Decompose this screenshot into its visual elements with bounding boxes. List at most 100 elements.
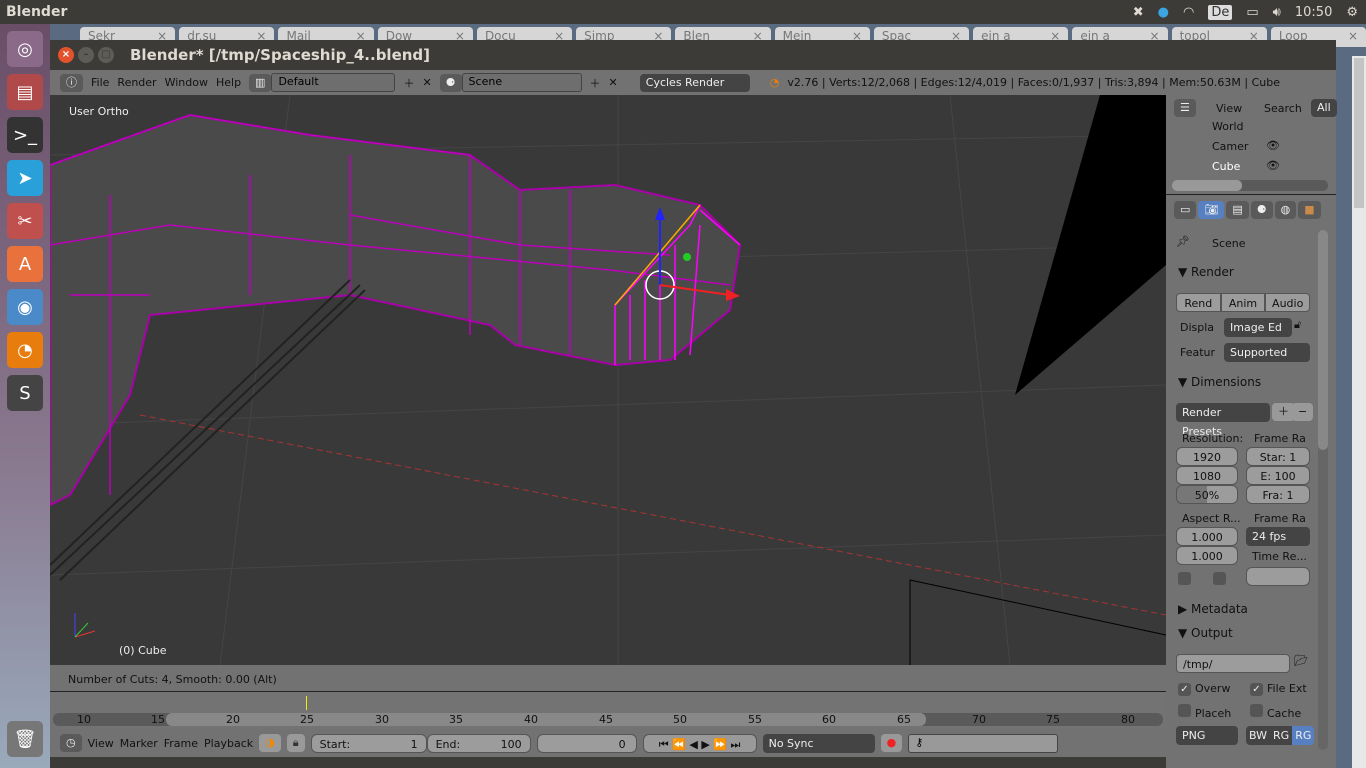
- blender-icon[interactable]: ◔: [7, 332, 43, 368]
- menu-playback[interactable]: Playback: [204, 737, 253, 750]
- file-extensions-checkbox[interactable]: ✓ File Ext: [1250, 682, 1307, 696]
- remove-layout-icon[interactable]: ✕: [422, 76, 431, 89]
- keying-set-field[interactable]: ⚷: [908, 733, 1059, 753]
- outliner-item-cube[interactable]: Cube: [1212, 160, 1240, 173]
- current-frame-field[interactable]: 0: [536, 733, 637, 753]
- aspect-y-field[interactable]: 1.000: [1176, 546, 1238, 565]
- menu-marker[interactable]: Marker: [120, 737, 158, 750]
- time-remap-fields[interactable]: [1246, 567, 1310, 586]
- sync-dropdown[interactable]: No Sync: [762, 733, 875, 753]
- timeline-editor-type-icon[interactable]: ◷: [60, 734, 82, 752]
- scene-field[interactable]: Scene: [461, 73, 582, 92]
- ubuntu-logo-icon[interactable]: ◎: [7, 31, 43, 67]
- close-window-button[interactable]: ×: [58, 47, 74, 63]
- screen-layout-field[interactable]: Default: [271, 73, 396, 92]
- telegram-icon[interactable]: ●: [1158, 5, 1169, 20]
- add-scene-icon[interactable]: ＋: [590, 75, 601, 91]
- outliner-editor-type-icon[interactable]: ☰: [1174, 99, 1196, 117]
- screen-layout-icon[interactable]: ▥: [249, 73, 272, 92]
- end-frame-field[interactable]: End: 100: [426, 733, 531, 753]
- dimensions-panel-header[interactable]: ▼ Dimensions: [1178, 375, 1261, 389]
- frame-step-field[interactable]: Fra: 1: [1246, 485, 1310, 504]
- remove-preset-button[interactable]: −: [1292, 403, 1314, 421]
- viewport-scene[interactable]: [50, 95, 1166, 665]
- timeline-scroll-thumb[interactable]: [166, 713, 926, 726]
- fps-dropdown[interactable]: 24 fps: [1246, 527, 1310, 546]
- display-dropdown[interactable]: Image Ed: [1224, 318, 1292, 337]
- add-layout-icon[interactable]: ＋: [403, 75, 414, 91]
- timeline-scrollbar[interactable]: 10 15 20 25 30 35 40 45 50 55 60 65 70 7…: [53, 713, 1163, 726]
- output-panel-header[interactable]: ▼ Output: [1178, 626, 1233, 640]
- outliner-menu-search[interactable]: Search: [1264, 102, 1302, 115]
- dropbox-icon[interactable]: ✖: [1133, 5, 1144, 20]
- terminal-icon[interactable]: >_: [7, 117, 43, 153]
- overwrite-checkbox[interactable]: ✓ Overw: [1178, 682, 1230, 696]
- outliner-h-scrollbar[interactable]: [1172, 180, 1328, 191]
- file-format-dropdown[interactable]: PNG: [1176, 726, 1238, 745]
- keyboard-layout[interactable]: De: [1208, 4, 1233, 20]
- render-panel-header[interactable]: ▼ Render: [1178, 265, 1234, 279]
- files-icon[interactable]: ▤: [7, 74, 43, 110]
- pin-icon[interactable]: 📌︎: [1176, 235, 1190, 248]
- folder-browse-icon[interactable]: 📂︎: [1294, 654, 1308, 667]
- render-audio-button[interactable]: Audio: [1265, 293, 1311, 312]
- menu-help[interactable]: Help: [216, 76, 241, 89]
- menu-render[interactable]: Render: [117, 76, 156, 89]
- power-gear-icon[interactable]: ⚙: [1346, 5, 1358, 20]
- border-checkbox[interactable]: [1178, 572, 1191, 585]
- aspect-x-field[interactable]: 1.000: [1176, 527, 1238, 546]
- 3d-viewport[interactable]: User Ortho (0) Cube: [50, 95, 1166, 665]
- menu-frame[interactable]: Frame: [164, 737, 198, 750]
- lock-interface-icon[interactable]: 🔓︎: [1294, 318, 1301, 332]
- cache-checkbox[interactable]: Cache: [1250, 704, 1301, 720]
- properties-scrollbar[interactable]: [1318, 230, 1328, 750]
- menu-window[interactable]: Window: [165, 76, 208, 89]
- software-center-icon[interactable]: A: [7, 246, 43, 282]
- feature-set-dropdown[interactable]: Supported: [1224, 343, 1310, 362]
- object-tab-icon[interactable]: ■: [1298, 201, 1321, 219]
- outliner-filter-dropdown[interactable]: All: [1311, 99, 1337, 117]
- scene-icon[interactable]: ⚈: [439, 73, 462, 92]
- clock[interactable]: 10:50: [1295, 5, 1332, 20]
- crop-checkbox[interactable]: [1213, 572, 1226, 585]
- color-rgb-button[interactable]: RG: [1270, 726, 1293, 745]
- telegram-icon[interactable]: ➤: [7, 160, 43, 196]
- visibility-eye-icon[interactable]: 👁︎: [1266, 159, 1280, 172]
- color-rgba-button[interactable]: RG: [1292, 726, 1315, 745]
- start-frame-field[interactable]: Start: 1: [310, 733, 427, 753]
- frame-end-field[interactable]: E: 100: [1246, 466, 1310, 485]
- render-presets-dropdown[interactable]: Render Presets: [1176, 403, 1270, 438]
- render-tab-icon[interactable]: 📷︎: [1198, 201, 1225, 219]
- frame-start-field[interactable]: Star: 1: [1246, 447, 1310, 466]
- outliner-item-camera[interactable]: Camer: [1212, 140, 1248, 153]
- remove-scene-icon[interactable]: ✕: [609, 76, 618, 89]
- outliner-item-world[interactable]: World: [1212, 120, 1244, 133]
- trash-icon[interactable]: 🗑︎: [7, 721, 43, 757]
- current-frame-marker[interactable]: [306, 696, 307, 710]
- wifi-icon[interactable]: ◠: [1183, 5, 1194, 20]
- properties-editor-type-icon[interactable]: ▭: [1174, 201, 1197, 219]
- resolution-x-field[interactable]: 1920: [1176, 447, 1238, 466]
- battery-icon[interactable]: ▭: [1246, 5, 1258, 20]
- lock-icon[interactable]: 🔒︎: [286, 734, 305, 752]
- sublime-icon[interactable]: S: [7, 375, 43, 411]
- maximize-window-button[interactable]: □: [98, 47, 114, 63]
- timeline-area[interactable]: 10 15 20 25 30 35 40 45 50 55 60 65 70 7…: [50, 691, 1166, 729]
- menu-file[interactable]: File: [91, 76, 109, 89]
- minimize-window-button[interactable]: –: [78, 47, 94, 63]
- browser-scrollbar[interactable]: [1352, 56, 1366, 768]
- record-button[interactable]: ●: [880, 734, 903, 752]
- resolution-percent-slider[interactable]: 50%: [1176, 485, 1238, 504]
- menu-view[interactable]: View: [88, 737, 114, 750]
- render-image-button[interactable]: Rend: [1176, 293, 1221, 312]
- color-bw-button[interactable]: BW: [1246, 726, 1271, 745]
- info-editor-type-icon[interactable]: ⓘ: [60, 73, 83, 92]
- output-path-field[interactable]: /tmp/: [1176, 654, 1290, 673]
- render-animation-button[interactable]: Anim: [1220, 293, 1266, 312]
- playback-controls[interactable]: ⏮ ⏪ ◀ ▶ ⏩ ⏭: [642, 733, 757, 753]
- volume-icon[interactable]: 🔊︎: [1273, 5, 1281, 20]
- render-engine-dropdown[interactable]: Cycles Render: [639, 73, 750, 92]
- metadata-panel-header[interactable]: ▶ Metadata: [1178, 602, 1248, 616]
- scene-tab-icon[interactable]: ⚈: [1250, 201, 1273, 219]
- settings-icon[interactable]: ✂: [7, 203, 43, 239]
